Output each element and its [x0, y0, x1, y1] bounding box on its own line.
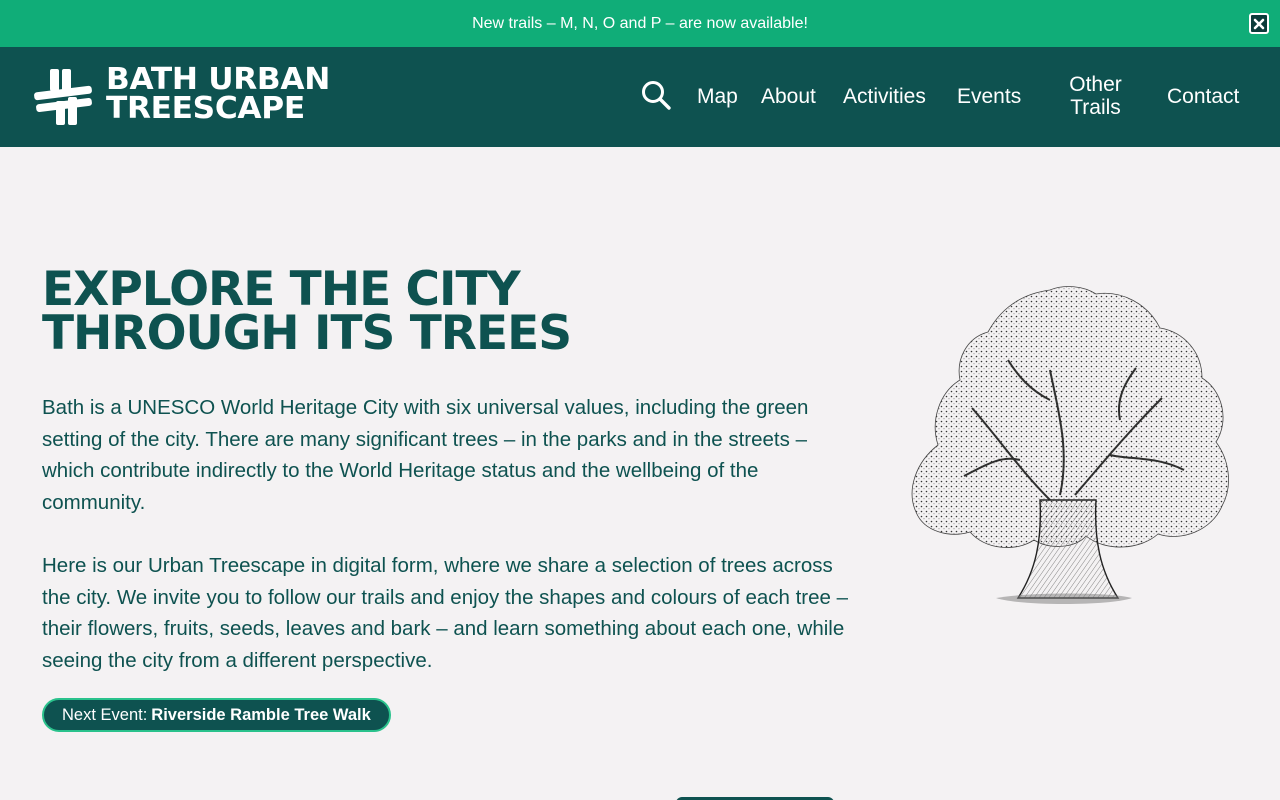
next-event-name: Riverside Ramble Tree Walk: [151, 705, 371, 724]
search-icon: [642, 81, 671, 110]
intro-paragraph-2: Here is our Urban Treescape in digital f…: [42, 554, 849, 672]
nav-map[interactable]: Map: [697, 85, 738, 108]
announcement-text: New trails – M, N, O and P – are now ava…: [472, 14, 808, 32]
tree-illustration: [911, 286, 1229, 604]
logo-wordmark: BATH URBAN TREESCAPE: [106, 64, 330, 124]
close-announcement-button[interactable]: [1249, 13, 1269, 34]
logo-line-2: TREESCAPE: [106, 91, 305, 127]
hero-title: EXPLORE THE CITY THROUGH ITS TREES: [42, 266, 862, 361]
site-logo[interactable]: BATH URBAN TREESCAPE: [32, 64, 330, 127]
next-event-prefix: Next Event:: [62, 705, 148, 724]
close-x-icon: [1253, 18, 1265, 29]
announcement-bar: New trails – M, N, O and P – are now ava…: [0, 0, 1280, 47]
nav-activities[interactable]: Activities: [843, 85, 926, 108]
hero-title-line-2: THROUGH ITS TREES: [42, 306, 572, 361]
nav-contact[interactable]: Contact: [1167, 85, 1239, 108]
nav-other-trails[interactable]: Other Trails: [1063, 73, 1128, 119]
logo-icon: [34, 69, 92, 125]
next-event-button[interactable]: Next Event: Riverside Ramble Tree Walk: [42, 698, 391, 732]
search-button[interactable]: [640, 79, 672, 111]
nav-about[interactable]: About: [761, 85, 816, 108]
intro-paragraph-1: Bath is a UNESCO World Heritage City wit…: [42, 396, 809, 514]
logo-line-1: BATH URBAN: [106, 62, 331, 97]
site-header: BATH URBAN TREESCAPE Map About Activitie…: [0, 47, 1280, 147]
nav-events[interactable]: Events: [957, 85, 1021, 108]
